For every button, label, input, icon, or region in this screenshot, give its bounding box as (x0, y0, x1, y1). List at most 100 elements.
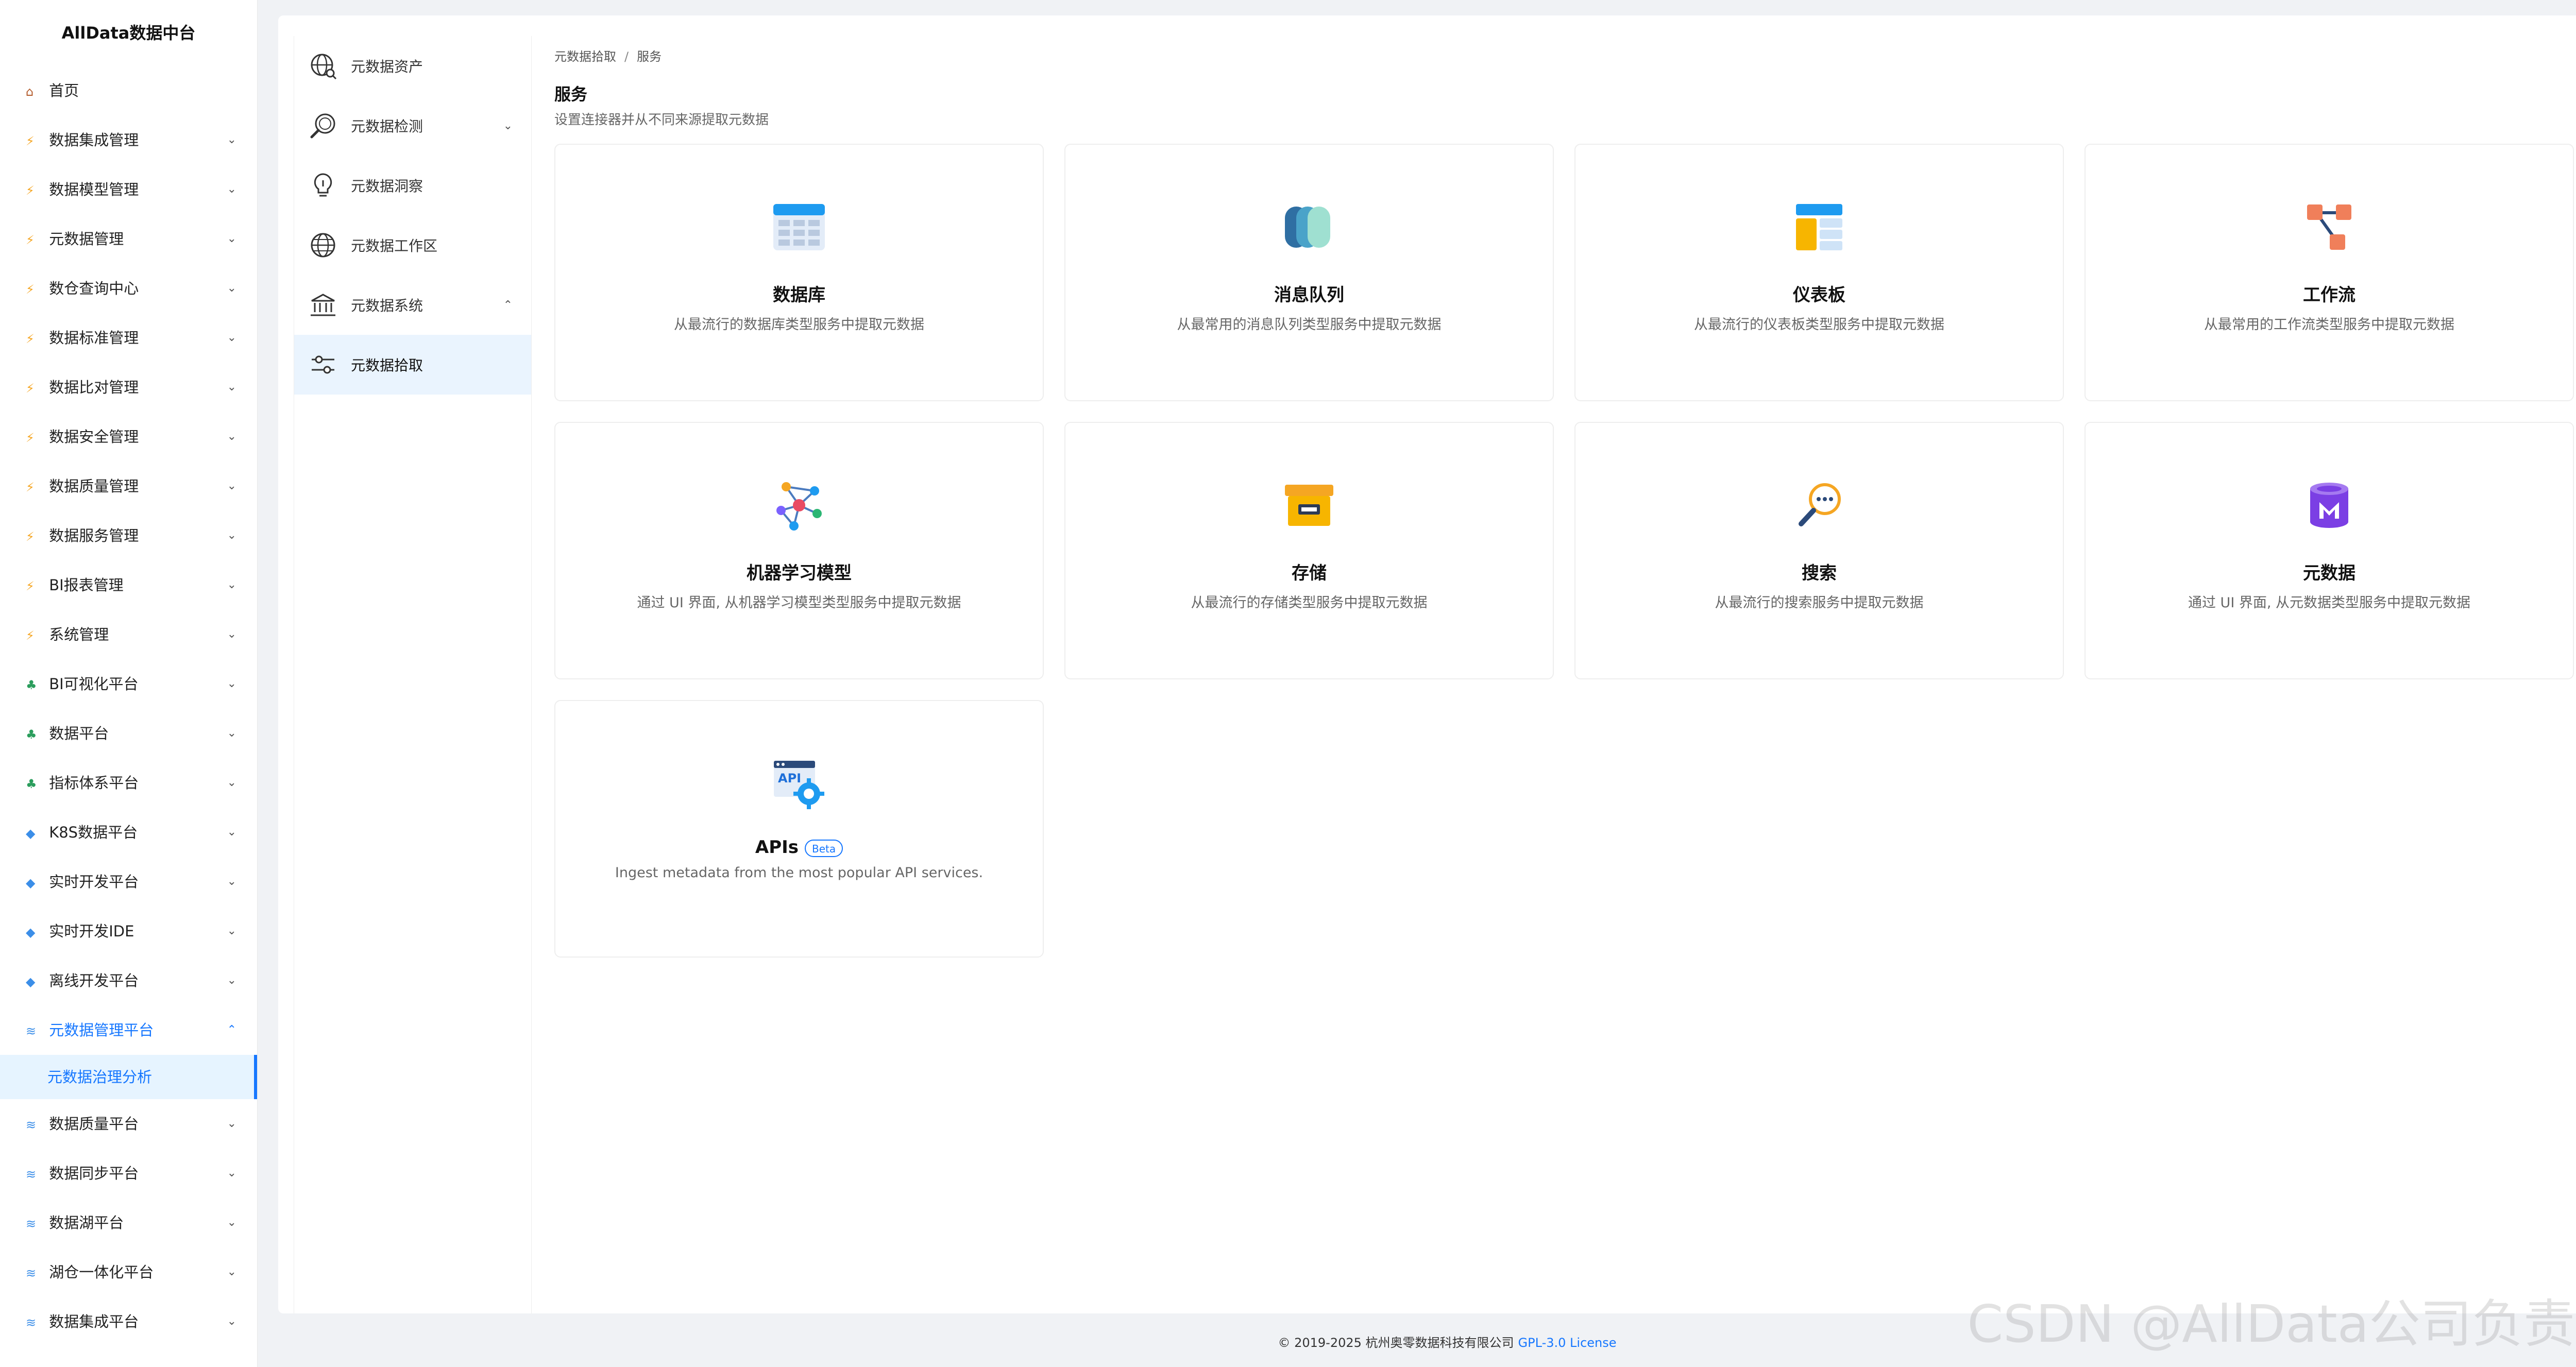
service-card-ml-model[interactable]: 机器学习模型 通过 UI 界面, 从机器学习模型类型服务中提取元数据 (554, 422, 1044, 679)
service-card-message-queue[interactable]: 消息队列 从最常用的消息队列类型服务中提取元数据 (1064, 144, 1554, 401)
sidebar-item-metric-system[interactable]: ♣ 指标体系平台 ⌄ (0, 758, 257, 808)
sidebar-item-data-security-mgmt[interactable]: ⚡ 数据安全管理 ⌄ (0, 412, 257, 462)
chevron-down-icon: ⌄ (227, 628, 236, 641)
sidebar-item-data-standard-mgmt[interactable]: ⚡ 数据标准管理 ⌄ (0, 313, 257, 363)
sidebar-item-label: 湖仓一体化平台 (49, 1263, 154, 1281)
sidebar-item-label: 元数据管理 (49, 230, 124, 248)
service-card-search[interactable]: 搜索 从最流行的搜索服务中提取元数据 (1574, 422, 2064, 679)
card-title: 消息队列 (1274, 285, 1344, 305)
service-card-apis[interactable]: API APIs Beta Ingest metadata from the mo… (554, 700, 1044, 958)
lightning-icon: ⚡ (26, 332, 35, 346)
sidebar-item-system-mgmt[interactable]: ⚡ 系统管理 ⌄ (0, 610, 257, 659)
sidebar-item-data-quality-mgmt[interactable]: ⚡ 数据质量管理 ⌄ (0, 462, 257, 511)
lightning-icon: ⚡ (26, 282, 35, 297)
services-content: 元数据拾取 / 服务 服务 设置连接器并从不同来源提取元数据 数据库 从最流行的数据… (554, 46, 2576, 958)
workflow-icon (2086, 201, 2573, 263)
sidebar-item-k8s-platform[interactable]: ◆ K8S数据平台 ⌄ (0, 808, 257, 857)
service-card-database[interactable]: 数据库 从最流行的数据库类型服务中提取元数据 (554, 144, 1044, 401)
sidebar-item-metadata-mgmt[interactable]: ⚡ 元数据管理 ⌄ (0, 214, 257, 264)
lightning-icon: ⚡ (26, 480, 35, 494)
globe-search-icon (307, 49, 340, 82)
lightning-icon: ⚡ (26, 431, 35, 445)
gem-icon: ◆ (26, 876, 36, 890)
page-title: 服务 (554, 84, 588, 104)
home-icon: ⌂ (26, 84, 34, 99)
magnifier-icon (307, 109, 340, 142)
lightning-icon: ⚡ (26, 134, 35, 148)
chevron-down-icon: ⌄ (227, 974, 236, 987)
sidebar-item-data-platform[interactable]: ♣ 数据平台 ⌄ (0, 709, 257, 758)
service-card-workflow[interactable]: 工作流 从最常用的工作流类型服务中提取元数据 (2084, 144, 2574, 401)
metadata-cylinder-icon (2086, 480, 2573, 541)
card-title: 存储 (1292, 563, 1327, 584)
chevron-down-icon: ⌄ (227, 1117, 236, 1130)
sidebar-item-lakehouse-platform[interactable]: ≋ 湖仓一体化平台 ⌄ (0, 1248, 257, 1297)
chevron-down-icon: ⌄ (503, 119, 513, 132)
sidebar-item-data-integration-mgmt[interactable]: ⚡ 数据集成管理 ⌄ (0, 115, 257, 165)
sidebar-item-offline-dev[interactable]: ◆ 离线开发平台 ⌄ (0, 956, 257, 1005)
card-description: 从最常用的工作流类型服务中提取元数据 (2204, 317, 2454, 333)
tree-icon: ♣ (26, 727, 37, 742)
api-gear-icon: API (555, 758, 1043, 819)
lightning-icon: ⚡ (26, 628, 35, 643)
service-card-dashboard[interactable]: 仪表板 从最流行的仪表板类型服务中提取元数据 (1574, 144, 2064, 401)
database-table-icon (555, 201, 1043, 263)
beta-badge: Beta (805, 839, 843, 857)
main-sidebar: AllData数据中台 ⌂ 首页 ⚡ 数据集成管理 ⌄ ⚡ 数据模型管理 ⌄ ⚡… (0, 0, 258, 1367)
lightning-icon: ⚡ (26, 183, 35, 198)
sidebar-item-bi-report-mgmt[interactable]: ⚡ BI报表管理 ⌄ (0, 560, 257, 610)
submenu-item-system[interactable]: 元数据系统 ⌃ (294, 275, 531, 335)
chevron-down-icon: ⌄ (227, 430, 236, 443)
submenu-item-detection[interactable]: 元数据检测 ⌄ (294, 96, 531, 156)
sidebar-item-realtime-dev[interactable]: ◆ 实时开发平台 ⌄ (0, 857, 257, 907)
sidebar-item-home[interactable]: ⌂ 首页 (0, 66, 257, 115)
sidebar-item-label: 数据质量平台 (49, 1115, 139, 1133)
sidebar-item-realtime-ide[interactable]: ◆ 实时开发IDE ⌄ (0, 907, 257, 956)
sidebar-item-label: 实时开发IDE (49, 922, 134, 940)
submenu-item-ingestion[interactable]: 元数据拾取 (294, 335, 531, 395)
license-link[interactable]: GPL-3.0 License (1518, 1336, 1617, 1350)
sidebar-item-data-lake-platform[interactable]: ≋ 数据湖平台 ⌄ (0, 1198, 257, 1248)
card-title-text: APIs (755, 837, 799, 858)
globe-icon (307, 229, 340, 262)
submenu-item-workspace[interactable]: 元数据工作区 (294, 215, 531, 275)
chevron-down-icon: ⌄ (227, 282, 236, 295)
sidebar-item-data-service-mgmt[interactable]: ⚡ 数据服务管理 ⌄ (0, 511, 257, 560)
card-description: 从最流行的搜索服务中提取元数据 (1715, 595, 1924, 611)
bank-icon (307, 288, 340, 321)
sidebar-item-label: K8S数据平台 (49, 824, 138, 841)
sidebar-item-label: 数据安全管理 (49, 428, 139, 446)
sidebar-item-warehouse-query[interactable]: ⚡ 数仓查询中心 ⌄ (0, 264, 257, 313)
sidebar-item-bi-visualization[interactable]: ♣ BI可视化平台 ⌄ (0, 659, 257, 709)
submenu-item-assets[interactable]: 元数据资产 (294, 36, 531, 96)
sidebar-item-data-quality-platform[interactable]: ≋ 数据质量平台 ⌄ (0, 1099, 257, 1149)
card-description: 从最常用的消息队列类型服务中提取元数据 (1177, 317, 1442, 333)
lightning-icon: ⚡ (26, 579, 35, 593)
chevron-down-icon: ⌄ (227, 727, 236, 740)
sidebar-item-label: 离线开发平台 (49, 972, 139, 989)
chevron-down-icon: ⌄ (227, 133, 236, 146)
submenu-item-insights[interactable]: 元数据洞察 (294, 156, 531, 215)
sidebar-item-label: 数仓查询中心 (49, 280, 139, 297)
sidebar-item-data-integration-platform[interactable]: ≋ 数据集成平台 ⌄ (0, 1297, 257, 1346)
breadcrumb-separator: / (624, 49, 629, 64)
sidebar-item-data-sync-platform[interactable]: ≋ 数据同步平台 ⌄ (0, 1149, 257, 1198)
sliders-icon (307, 348, 340, 381)
sidebar-item-label: 实时开发平台 (49, 873, 139, 891)
service-card-metadata[interactable]: 元数据 通过 UI 界面, 从元数据类型服务中提取元数据 (2084, 422, 2574, 679)
card-description: 从最流行的数据库类型服务中提取元数据 (674, 317, 924, 333)
sidebar-item-label: 数据集成平台 (49, 1313, 139, 1330)
service-card-storage[interactable]: 存储 从最流行的存储类型服务中提取元数据 (1064, 422, 1554, 679)
breadcrumb-parent[interactable]: 元数据拾取 (554, 49, 616, 64)
submenu-item-label: 元数据洞察 (351, 178, 423, 195)
footer-copyright: © 2019-2025 杭州奥零数据科技有限公司 (1278, 1336, 1514, 1350)
sidebar-subitem-metadata-governance[interactable]: 元数据治理分析 (0, 1055, 257, 1099)
sidebar-item-metadata-platform[interactable]: ≋ 元数据管理平台 ⌃ (0, 1005, 257, 1055)
sidebar-item-data-model-mgmt[interactable]: ⚡ 数据模型管理 ⌄ (0, 165, 257, 214)
sidebar-item-label: BI报表管理 (49, 576, 124, 594)
ml-model-icon (555, 480, 1043, 541)
breadcrumb: 元数据拾取 / 服务 (554, 46, 2576, 67)
sidebar-item-data-compare-mgmt[interactable]: ⚡ 数据比对管理 ⌄ (0, 363, 257, 412)
sidebar-item-label: 数据服务管理 (49, 527, 139, 544)
submenu-item-label: 元数据检测 (351, 118, 423, 135)
